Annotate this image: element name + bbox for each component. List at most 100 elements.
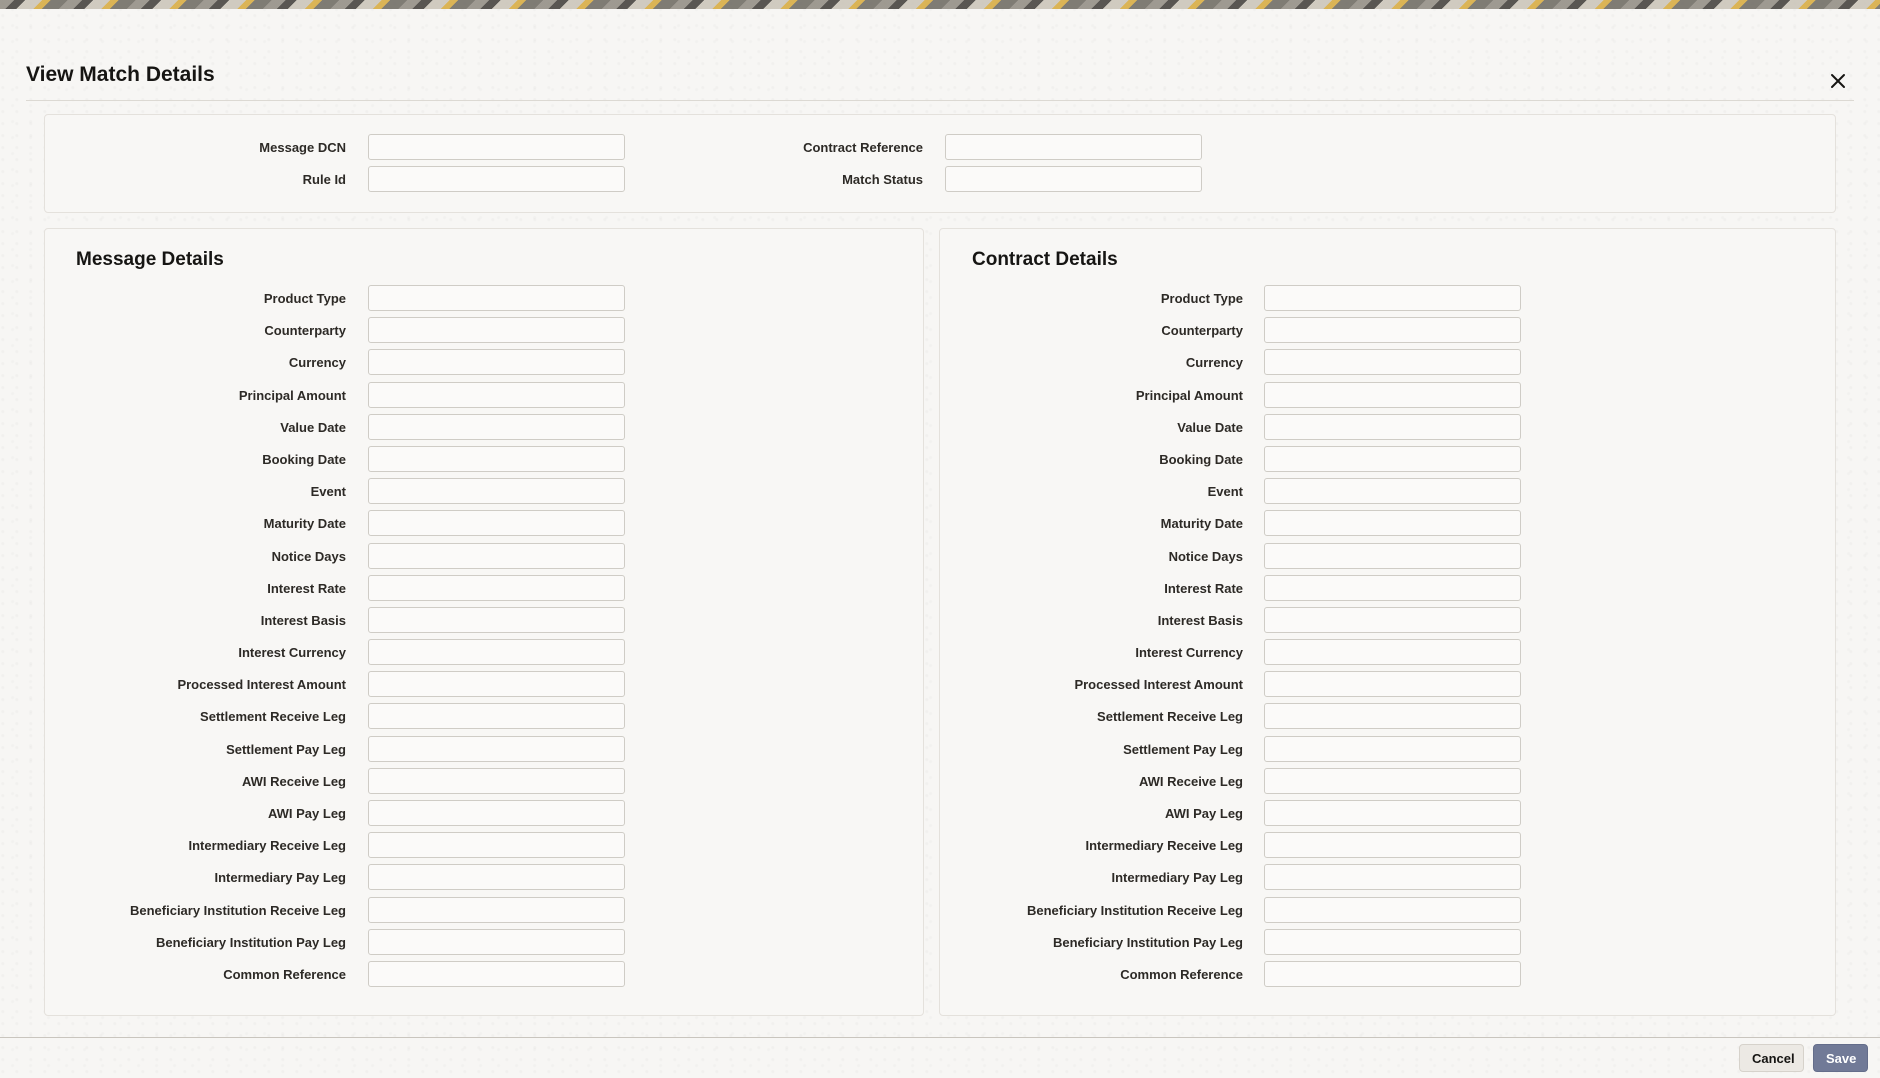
message-details-fields: Product Type Counterparty Currency Principa…	[45, 283, 923, 991]
contract-field-row: AWI Pay Leg	[940, 798, 1835, 830]
contract-awi-pay-leg-label: AWI Pay Leg	[1164, 806, 1243, 821]
contract-beneficiary-institution-pay-leg-field[interactable]	[1264, 928, 1521, 955]
message-awi-pay-leg-field[interactable]	[368, 800, 625, 826]
message-beneficiary-institution-receive-leg-field[interactable]	[368, 896, 625, 923]
message-field-row: Interest Rate	[45, 573, 923, 605]
message-principal-amount-label: Principal Amount	[238, 387, 346, 403]
contract-notice-days-field[interactable]	[1264, 542, 1521, 569]
message-value-date-field[interactable]	[368, 413, 625, 440]
message-beneficiary-institution-pay-leg-field[interactable]	[368, 928, 625, 955]
message-principal-amount-field[interactable]	[368, 381, 625, 408]
contract-settlement-receive-leg-field[interactable]	[1264, 703, 1521, 730]
header-divider	[26, 100, 1854, 101]
message-product-type-field[interactable]	[368, 285, 625, 311]
message-common-reference-field[interactable]	[368, 960, 625, 987]
message-event-label: Event	[310, 484, 346, 500]
contract-beneficiary-institution-receive-leg-field[interactable]	[1264, 896, 1521, 923]
contract-notice-days-label: Notice Days	[1168, 548, 1243, 564]
contract-awi-receive-leg-field[interactable]	[1264, 767, 1521, 794]
message-settlement-pay-leg-label: Settlement Pay Leg	[226, 741, 346, 757]
message-currency-field[interactable]	[368, 349, 625, 376]
save-button[interactable]: Save	[1813, 1044, 1868, 1072]
rule-id-field[interactable]	[368, 166, 625, 192]
message-notice-days-field[interactable]	[368, 542, 625, 569]
message-intermediary-pay-leg-label: Intermediary Pay Leg	[214, 870, 347, 886]
message-field-row: Processed Interest Amount	[45, 669, 923, 701]
contract-interest-currency-label: Interest Currency	[1135, 645, 1243, 661]
contract-field-row: Interest Currency	[940, 637, 1835, 669]
contract-field-row: Booking Date	[940, 444, 1835, 476]
contract-product-type-field[interactable]	[1264, 285, 1521, 311]
message-value-date-label: Value Date	[280, 419, 346, 435]
contract-counterparty-field[interactable]	[1264, 317, 1521, 344]
contract-common-reference-field[interactable]	[1264, 960, 1521, 987]
contract-details-title: Contract Details	[972, 249, 1118, 270]
match-status-label: Match Status	[842, 172, 923, 187]
contract-event-label: Event	[1207, 484, 1243, 500]
contract-awi-receive-leg-label: AWI Receive Leg	[1138, 773, 1243, 789]
contract-field-row: Processed Interest Amount	[940, 669, 1835, 701]
contract-interest-basis-label: Interest Basis	[1157, 612, 1243, 628]
contract-interest-basis-field[interactable]	[1264, 606, 1521, 633]
message-event-field[interactable]	[368, 478, 625, 505]
contract-intermediary-receive-leg-field[interactable]	[1264, 832, 1521, 859]
contract-counterparty-label: Counterparty	[1161, 323, 1243, 339]
contract-reference-field[interactable]	[945, 134, 1202, 160]
close-icon[interactable]	[1830, 73, 1850, 93]
message-booking-date-field[interactable]	[368, 445, 625, 472]
message-intermediary-pay-leg-field[interactable]	[368, 864, 625, 891]
message-counterparty-field[interactable]	[368, 317, 625, 344]
contract-field-row: Intermediary Pay Leg	[940, 862, 1835, 894]
contract-field-row: Common Reference	[940, 959, 1835, 991]
contract-maturity-date-label: Maturity Date	[1160, 516, 1243, 532]
message-awi-receive-leg-label: AWI Receive Leg	[241, 773, 346, 789]
contract-awi-pay-leg-field[interactable]	[1264, 800, 1521, 826]
contract-interest-rate-field[interactable]	[1264, 574, 1521, 601]
match-criteria-panel: Message DCN Rule Id Contract Reference M…	[44, 114, 1836, 213]
contract-maturity-date-field[interactable]	[1264, 510, 1521, 537]
contract-value-date-field[interactable]	[1264, 413, 1521, 440]
message-counterparty-label: Counterparty	[264, 323, 346, 339]
message-currency-label: Currency	[288, 355, 346, 371]
message-interest-rate-label: Interest Rate	[267, 580, 346, 596]
contract-settlement-pay-leg-field[interactable]	[1264, 735, 1521, 762]
contract-event-field[interactable]	[1264, 478, 1521, 505]
message-settlement-pay-leg-field[interactable]	[368, 735, 625, 762]
contract-field-row: Settlement Pay Leg	[940, 734, 1835, 766]
message-maturity-date-field[interactable]	[368, 510, 625, 537]
message-field-row: Interest Basis	[45, 605, 923, 637]
message-interest-currency-field[interactable]	[368, 639, 625, 666]
contract-field-row: Product Type	[940, 283, 1835, 315]
contract-details-panel: Contract Details Product Type Counterpart…	[939, 228, 1836, 1016]
message-interest-rate-field[interactable]	[368, 574, 625, 601]
message-field-row: AWI Pay Leg	[45, 798, 923, 830]
contract-intermediary-pay-leg-field[interactable]	[1264, 864, 1521, 891]
contract-booking-date-field[interactable]	[1264, 445, 1521, 472]
match-status-field[interactable]	[945, 166, 1202, 192]
message-intermediary-receive-leg-field[interactable]	[368, 832, 625, 859]
contract-processed-interest-amount-label: Processed Interest Amount	[1074, 677, 1243, 693]
message-processed-interest-amount-field[interactable]	[368, 671, 625, 698]
contract-interest-currency-field[interactable]	[1264, 639, 1521, 666]
contract-currency-field[interactable]	[1264, 349, 1521, 376]
message-dcn-field[interactable]	[368, 134, 625, 160]
message-field-row: Interest Currency	[45, 637, 923, 669]
contract-settlement-pay-leg-label: Settlement Pay Leg	[1123, 741, 1243, 757]
contract-product-type-label: Product Type	[1160, 291, 1243, 306]
contract-field-row: Counterparty	[940, 315, 1835, 347]
contract-field-row: Principal Amount	[940, 380, 1835, 412]
message-common-reference-label: Common Reference	[223, 966, 346, 982]
footer-divider	[0, 1037, 1880, 1038]
contract-intermediary-pay-leg-label: Intermediary Pay Leg	[1111, 870, 1244, 886]
message-settlement-receive-leg-field[interactable]	[368, 703, 625, 730]
contract-processed-interest-amount-field[interactable]	[1264, 671, 1521, 698]
contract-principal-amount-field[interactable]	[1264, 381, 1521, 408]
message-awi-receive-leg-field[interactable]	[368, 767, 625, 794]
contract-currency-label: Currency	[1185, 355, 1243, 371]
message-field-row: Maturity Date	[45, 508, 923, 540]
message-interest-basis-field[interactable]	[368, 606, 625, 633]
contract-field-row: Event	[940, 476, 1835, 508]
contract-field-row: Beneficiary Institution Receive Leg	[940, 895, 1835, 927]
cancel-button[interactable]: Cancel	[1739, 1044, 1804, 1072]
message-beneficiary-institution-receive-leg-label: Beneficiary Institution Receive Leg	[129, 902, 346, 918]
